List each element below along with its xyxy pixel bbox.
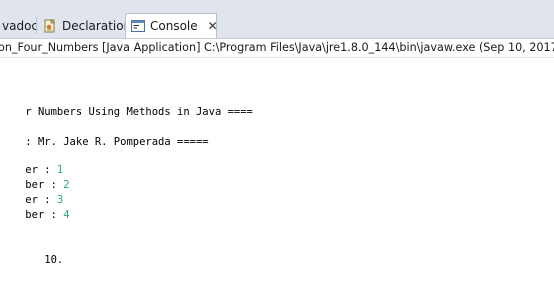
console-line-prompt-4: ber : 4 <box>0 194 69 221</box>
console-output[interactable]: r Numbers Using Methods in Java ==== : M… <box>0 58 554 291</box>
console-line-prompt-3: er : 3 <box>0 179 63 206</box>
console-line-result: 10. <box>0 239 63 266</box>
console-user-input: 2 <box>63 179 70 191</box>
console-user-input: 4 <box>63 209 70 221</box>
console-text: r Numbers Using Methods in Java ==== <box>25 106 253 118</box>
view-tab-bar: vadoc Declaration Console ✕ <box>0 0 554 39</box>
console-line-title: r Numbers Using Methods in Java ==== <box>0 91 253 118</box>
console-launch-description: on_Four_Numbers [Java Application] C:\Pr… <box>0 39 554 58</box>
console-text: 10. <box>25 254 64 266</box>
tab-declaration-label: Declaration <box>62 19 132 33</box>
tab-console[interactable]: Console ✕ <box>125 13 218 38</box>
tab-console-label: Console <box>150 19 198 33</box>
console-line-author: : Mr. Jake R. Pomperada ===== <box>0 121 208 148</box>
close-icon[interactable]: ✕ <box>208 19 218 33</box>
tab-javadoc-label: vadoc <box>2 19 39 33</box>
tab-divider <box>36 17 37 34</box>
launch-description-text: on_Four_Numbers [Java Application] C:\Pr… <box>0 41 554 54</box>
tab-declaration[interactable]: Declaration <box>38 14 131 38</box>
console-line-prompt-2: ber : 2 <box>0 164 69 191</box>
console-icon <box>130 18 146 34</box>
declaration-icon <box>42 18 58 34</box>
tab-javadoc[interactable]: vadoc <box>0 14 39 38</box>
console-line-prompt-1: er : 1 <box>0 149 63 176</box>
console-prompt: ber : <box>25 209 64 221</box>
console-text: : Mr. Jake R. Pomperada ===== <box>25 136 209 148</box>
